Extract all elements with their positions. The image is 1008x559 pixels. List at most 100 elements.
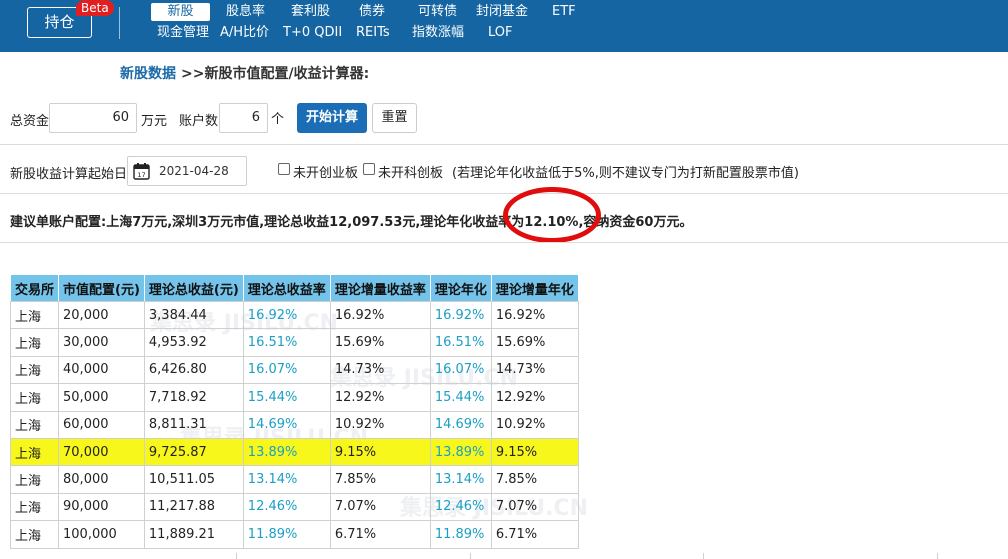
total-funds-unit: 万元 — [141, 114, 168, 129]
col-header[interactable]: 理论总收益(元) — [143, 274, 244, 302]
start-date-picker[interactable]: 17 2021-04-28 — [127, 156, 247, 186]
col-header[interactable]: 理论年化 — [429, 274, 492, 302]
beta-badge: Beta — [76, 0, 114, 16]
total-funds-label: 总资金 — [10, 114, 50, 129]
nav-item-ah-ratio[interactable]: A/H比价 — [220, 24, 269, 42]
table-cell: 9,725.87 — [143, 437, 244, 467]
table-cell: 9.15% — [329, 437, 431, 467]
table-cell: 上海 — [9, 383, 60, 412]
table-cell: 20,000 — [58, 300, 145, 330]
table-cell: 10.92% — [490, 410, 579, 439]
table-cell: 16.07% — [429, 355, 492, 385]
total-funds-input[interactable]: 60 — [49, 103, 137, 133]
nav-item-dividend[interactable]: 股息率 — [226, 3, 265, 21]
accounts-unit: 个 — [271, 112, 285, 127]
table-cell: 7.07% — [329, 492, 431, 522]
table-cell: 80,000 — [58, 465, 145, 494]
col-header[interactable]: 市值配置(元) — [58, 274, 145, 302]
table-header-row: 交易所 市值配置(元) 理论总收益(元) 理论总收益率 理论增量收益率 理论年化… — [9, 274, 579, 302]
chinext-checkbox-label[interactable]: 未开创业板 — [293, 162, 358, 181]
accounts-input[interactable]: 6 — [219, 103, 268, 133]
svg-text:17: 17 — [137, 171, 145, 179]
table-cell: 6.71% — [329, 520, 431, 549]
table-cell: 7,718.92 — [143, 383, 244, 412]
calculate-button[interactable]: 开始计算 — [297, 103, 367, 133]
table-cell: 12.46% — [429, 492, 492, 522]
nav-item-etf[interactable]: ETF — [552, 3, 576, 21]
nav-item-closed-fund[interactable]: 封闭基金 — [476, 3, 528, 21]
divider — [937, 553, 938, 559]
divider — [703, 553, 704, 559]
table-cell: 6,426.80 — [143, 355, 244, 385]
table-row: 上海 60,000 8,811.31 14.69% 10.92% 14.69% 10.92% — [9, 410, 579, 439]
table-cell: 10.92% — [329, 410, 431, 439]
col-header[interactable]: 理论增量年化 — [490, 274, 579, 302]
nav-item-new-stock[interactable]: 新股 — [151, 3, 210, 21]
table-row: 上海 90,000 11,217.88 12.46% 7.07% 12.46% 7.07% — [9, 492, 579, 522]
nav-item-convertible[interactable]: 可转债 — [418, 3, 457, 21]
table-cell: 8,811.31 — [143, 410, 244, 439]
chinext-checkbox[interactable] — [278, 163, 290, 175]
star-market-checkbox[interactable] — [363, 163, 375, 175]
table-cell: 16.07% — [242, 355, 331, 385]
table-cell: 15.44% — [429, 383, 492, 412]
page-title: >>新股市值配置/收益计算器: — [181, 66, 370, 82]
table-row: 上海 70,000 9,725.87 13.89% 9.15% 13.89% 9.15% — [9, 437, 579, 467]
divider — [0, 242, 1008, 243]
table-cell: 13.89% — [242, 437, 331, 467]
table-cell: 7.85% — [329, 465, 431, 494]
table-cell: 上海 — [9, 300, 60, 330]
table-cell: 12.92% — [329, 383, 431, 412]
results-table: 交易所 市值配置(元) 理论总收益(元) 理论总收益率 理论增量收益率 理论年化… — [9, 274, 579, 549]
table-cell: 11,217.88 — [143, 492, 244, 522]
breadcrumb-link[interactable]: 新股数据 — [120, 63, 176, 83]
table-row: 上海 20,000 3,384.44 16.92% 16.92% 16.92% 16.92% — [9, 300, 579, 330]
nav-item-reits[interactable]: REITs — [356, 24, 390, 42]
table-cell: 14.73% — [490, 355, 579, 385]
table-cell: 15.69% — [329, 328, 431, 357]
nav-item-qdii[interactable]: T+0 QDII — [283, 24, 342, 42]
start-date-label: 新股收益计算起始日 — [10, 167, 128, 182]
table-row: 上海 30,000 4,953.92 16.51% 15.69% 16.51% 15.69% — [9, 328, 579, 357]
nav-item-lof[interactable]: LOF — [488, 24, 513, 42]
nav-item-arbitrage[interactable]: 套利股 — [291, 3, 330, 21]
reset-button[interactable]: 重置 — [372, 103, 417, 133]
table-cell: 40,000 — [58, 355, 145, 385]
table-cell: 16.92% — [490, 300, 579, 330]
table-cell: 14.69% — [429, 410, 492, 439]
table-cell: 15.69% — [490, 328, 579, 357]
table-row: 上海 100,000 11,889.21 11.89% 6.71% 11.89% 6.71% — [9, 520, 579, 549]
table-cell: 上海 — [9, 328, 60, 357]
calendar-icon[interactable]: 17 — [133, 162, 150, 180]
col-header[interactable]: 理论增量收益率 — [329, 274, 431, 302]
table-cell: 14.73% — [329, 355, 431, 385]
table-cell: 13.14% — [242, 465, 331, 494]
table-cell: 100,000 — [58, 520, 145, 549]
table-cell: 70,000 — [58, 437, 145, 467]
star-market-checkbox-label[interactable]: 未开科创板 — [378, 162, 443, 181]
table-cell: 60,000 — [58, 410, 145, 439]
advisory-note: (若理论年化收益低于5%,则不建议专门为打新配置股票市值) — [452, 166, 799, 181]
table-cell: 上海 — [9, 520, 60, 549]
table-cell: 11.89% — [242, 520, 331, 549]
nav-divider — [119, 7, 120, 39]
nav-item-index-change[interactable]: 指数涨幅 — [412, 24, 464, 42]
col-header[interactable]: 交易所 — [9, 274, 60, 302]
table-cell: 6.71% — [490, 520, 579, 549]
table-cell: 90,000 — [58, 492, 145, 522]
table-cell: 16.51% — [429, 328, 492, 357]
nav-item-cash-mgmt[interactable]: 现金管理 — [157, 24, 209, 42]
table-cell: 50,000 — [58, 383, 145, 412]
col-header[interactable]: 理论总收益率 — [242, 274, 331, 302]
table-cell: 7.07% — [490, 492, 579, 522]
table-cell: 12.92% — [490, 383, 579, 412]
table-row: 上海 80,000 10,511.05 13.14% 7.85% 13.14% 7.85% — [9, 465, 579, 494]
table-cell: 4,953.92 — [143, 328, 244, 357]
table-cell: 13.14% — [429, 465, 492, 494]
table-cell: 11,889.21 — [143, 520, 244, 549]
top-nav-bar: 持仓 Beta 新股 股息率 套利股 债券 可转债 封闭基金 ETF 现金管理 … — [0, 0, 1008, 52]
annotation-circle — [503, 187, 601, 243]
table-cell: 16.92% — [242, 300, 331, 330]
nav-item-bonds[interactable]: 债券 — [359, 3, 385, 21]
table-cell: 上海 — [9, 355, 60, 385]
